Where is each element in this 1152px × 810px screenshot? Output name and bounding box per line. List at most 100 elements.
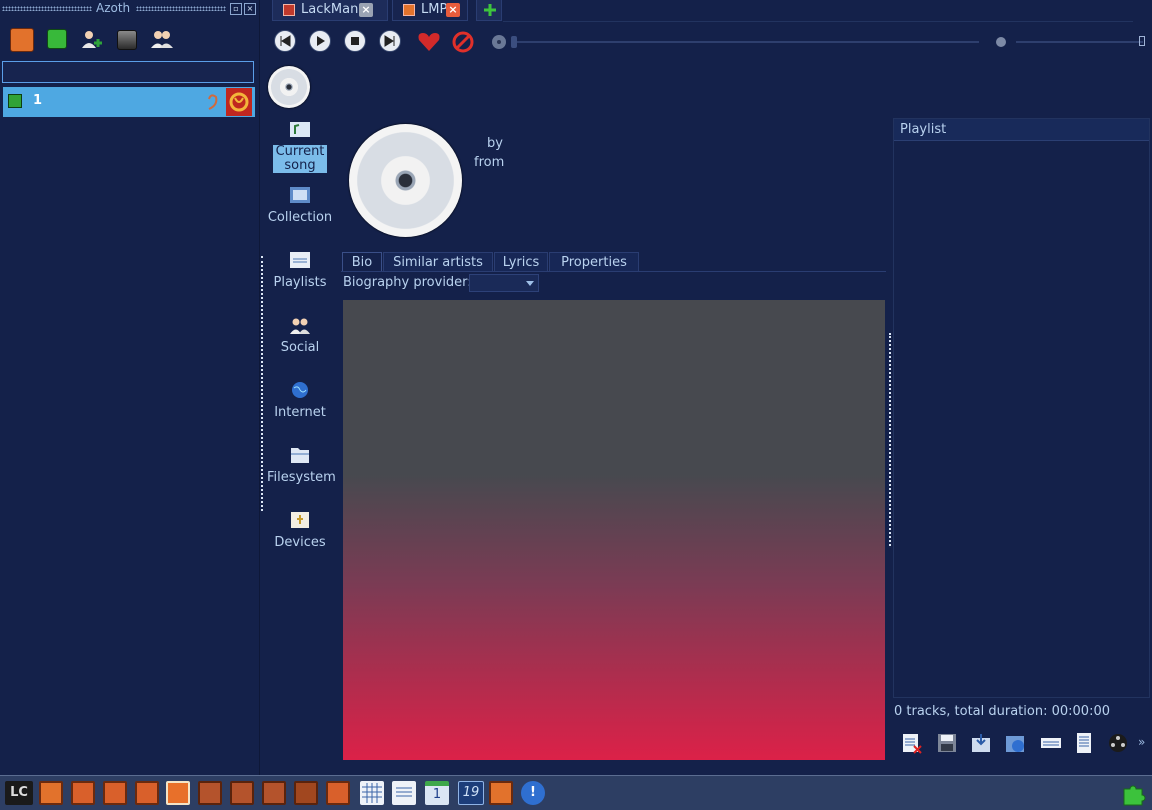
add-contact-icon[interactable] <box>80 28 102 50</box>
notification-icon[interactable]: ! <box>521 781 545 805</box>
more-tools-icon[interactable]: » <box>1138 735 1145 749</box>
tab-lackman[interactable]: LackMan × <box>272 0 388 21</box>
account-row[interactable]: 1 <box>3 87 255 117</box>
lackman-app-icon[interactable] <box>326 781 350 805</box>
listening-icon <box>208 94 218 110</box>
nav-devices[interactable]: Devices <box>265 511 335 550</box>
plugin-icon[interactable] <box>1120 779 1148 807</box>
notes-app-icon[interactable] <box>294 781 318 805</box>
status-online-icon[interactable] <box>47 29 67 49</box>
nav-playlists[interactable]: Playlists <box>265 251 335 290</box>
collection-icon <box>290 187 310 203</box>
dock-titlebar[interactable]: Azoth ▫ × <box>0 0 259 18</box>
menu-icon[interactable] <box>10 28 34 52</box>
folder-icon <box>291 448 309 463</box>
downloads-app-icon[interactable] <box>103 781 127 805</box>
tab-lyrics[interactable]: Lyrics <box>494 252 548 272</box>
float-icon[interactable]: ▫ <box>230 3 242 15</box>
close-tab-icon[interactable]: × <box>446 3 460 17</box>
playlist-mode-icon[interactable] <box>1040 732 1062 754</box>
nav-filesystem[interactable]: Filesystem <box>265 446 336 485</box>
ban-icon[interactable] <box>452 31 474 53</box>
tab-bio[interactable]: Bio <box>342 252 382 272</box>
lackman-icon <box>283 4 295 16</box>
seek-icon <box>492 35 506 49</box>
volume-handle[interactable] <box>1139 36 1145 46</box>
previous-button[interactable] <box>274 30 296 52</box>
love-icon[interactable] <box>417 31 441 53</box>
tab-lmp[interactable]: LMP × <box>392 0 468 21</box>
nav-internet[interactable]: Internet <box>265 381 335 420</box>
lmp-app-icon[interactable] <box>166 781 190 805</box>
album-art <box>349 124 462 237</box>
nav-social[interactable]: Social <box>265 316 335 355</box>
calendar-icon[interactable]: 1 <box>425 781 449 805</box>
artist-label: by <box>487 136 503 151</box>
azoth-dock: Azoth ▫ × 1 <box>0 0 259 775</box>
biography-provider-label: Biography provider: <box>343 275 472 290</box>
nav-collection[interactable]: Collection <box>265 186 335 225</box>
azoth-app-icon[interactable] <box>198 781 222 805</box>
lackman-task-icon[interactable] <box>489 781 513 805</box>
stop-icon[interactable] <box>117 30 137 50</box>
playlist-panel[interactable]: Playlist <box>893 118 1150 698</box>
history-app-icon[interactable] <box>71 781 95 805</box>
play-button[interactable] <box>309 30 331 52</box>
cd-icon <box>268 66 310 108</box>
biography-view[interactable] <box>343 300 885 760</box>
close-tab-icon[interactable]: × <box>359 3 373 17</box>
lmp-icon <box>403 4 415 16</box>
playlist-status: 0 tracks, total duration: 00:00:00 <box>894 704 1110 719</box>
tabbar-divider <box>503 21 1133 22</box>
splitter <box>259 0 260 775</box>
account-name: 1 <box>33 93 43 108</box>
playlist-icon <box>290 252 310 268</box>
list-app-icon[interactable] <box>392 781 416 805</box>
playlist-header[interactable]: Playlist <box>894 119 1149 141</box>
nav-current-song[interactable]: Current song <box>265 121 335 173</box>
drag-handle-left[interactable] <box>2 6 92 11</box>
volume-icon <box>996 37 1006 47</box>
settings-app-icon[interactable] <box>262 781 286 805</box>
nav-label: Filesystem <box>267 470 336 485</box>
search-app-icon[interactable] <box>39 781 63 805</box>
taskbar: LC 1 19 ! <box>0 775 1152 810</box>
film-reel-icon[interactable] <box>1107 732 1129 754</box>
dock-title: Azoth <box>96 1 131 15</box>
online-status-icon <box>8 94 22 108</box>
clear-playlist-icon[interactable] <box>901 732 923 754</box>
stop-button[interactable] <box>344 30 366 52</box>
grid-app-icon[interactable] <box>360 781 384 805</box>
nav-label: Current song <box>273 145 327 173</box>
sort-icon[interactable] <box>1074 732 1096 754</box>
contact-search[interactable] <box>2 61 254 83</box>
contact-search-input[interactable] <box>3 62 253 82</box>
contacts-icon[interactable] <box>150 28 173 50</box>
chevron-down-icon <box>526 281 534 286</box>
nav-splitter[interactable] <box>261 256 265 511</box>
next-button[interactable] <box>379 30 401 52</box>
tab-properties[interactable]: Properties <box>549 252 639 272</box>
nav-label: Devices <box>274 535 326 550</box>
biography-provider-select[interactable] <box>469 274 539 292</box>
nav-label: Internet <box>274 405 326 420</box>
editor-app-icon[interactable] <box>135 781 159 805</box>
drag-handle-right[interactable] <box>136 6 226 11</box>
tab-label: LMP <box>421 2 448 17</box>
seek-slider[interactable] <box>514 41 979 43</box>
leechcraft-menu-button[interactable]: LC <box>5 781 33 805</box>
feed-app-icon[interactable] <box>230 781 254 805</box>
add-url-icon[interactable] <box>1004 732 1026 754</box>
tab-similar-artists[interactable]: Similar artists <box>383 252 493 272</box>
new-tab-button[interactable] <box>476 0 502 21</box>
device-icon <box>291 512 309 528</box>
load-playlist-icon[interactable] <box>970 732 992 754</box>
volume-slider[interactable] <box>1016 41 1143 43</box>
nav-label: Social <box>280 340 320 355</box>
seek-handle[interactable] <box>511 36 517 48</box>
calendar-day-icon[interactable]: 19 <box>458 781 484 805</box>
tab-label: LackMan <box>301 2 359 17</box>
save-playlist-icon[interactable] <box>936 732 958 754</box>
album-label: from <box>474 155 505 170</box>
close-icon[interactable]: × <box>244 3 256 15</box>
